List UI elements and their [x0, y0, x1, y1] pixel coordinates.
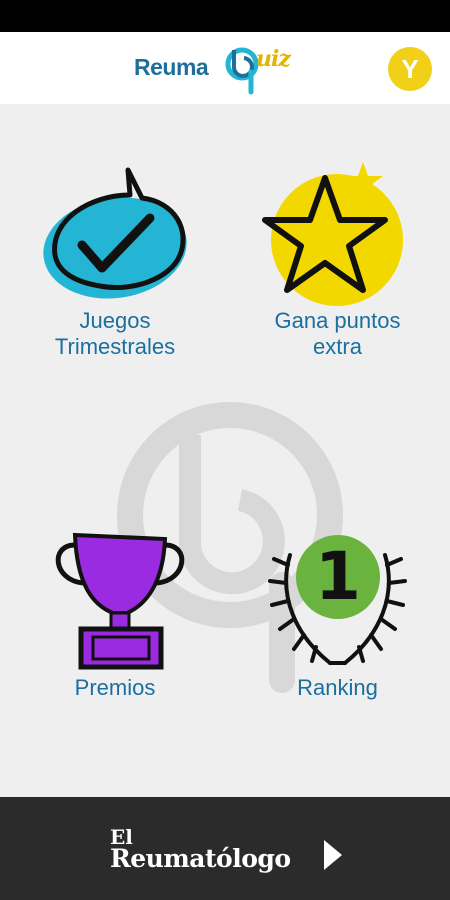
ranking-number: 1: [315, 538, 361, 615]
logo-word: Reuma: [134, 54, 209, 80]
tile-label-line2: Trimestrales: [54, 334, 176, 359]
menu-tile-premios[interactable]: Premios: [35, 525, 195, 705]
tile-label-line1: Juegos: [79, 308, 151, 333]
footer-brand[interactable]: El Reumatólogo: [110, 826, 291, 873]
checkmark-bubble-icon: [43, 167, 187, 299]
star-icon: [262, 162, 403, 306]
tile-label-line2: extra: [313, 334, 362, 359]
tile-label: Premios: [74, 675, 156, 700]
tile-label: Ranking: [297, 675, 378, 700]
menu-tile-ranking[interactable]: 1 Ranking: [260, 525, 415, 705]
profile-avatar-button[interactable]: Y: [388, 47, 432, 91]
app-logo: Reuma uiz: [132, 40, 322, 96]
tile-label-line1: Gana puntos: [274, 308, 401, 333]
laurel-number-one-icon: 1: [268, 535, 407, 665]
play-arrow-icon[interactable]: [322, 838, 344, 872]
menu-tile-juegos-trimestrales[interactable]: Juegos Trimestrales: [20, 160, 210, 360]
logo-accent: uiz: [256, 46, 291, 72]
status-bar: [0, 0, 450, 32]
brand-main: Reumatólogo: [110, 844, 291, 873]
trophy-icon: [55, 532, 185, 670]
menu-tile-gana-puntos-extra[interactable]: Gana puntos extra: [245, 160, 430, 360]
